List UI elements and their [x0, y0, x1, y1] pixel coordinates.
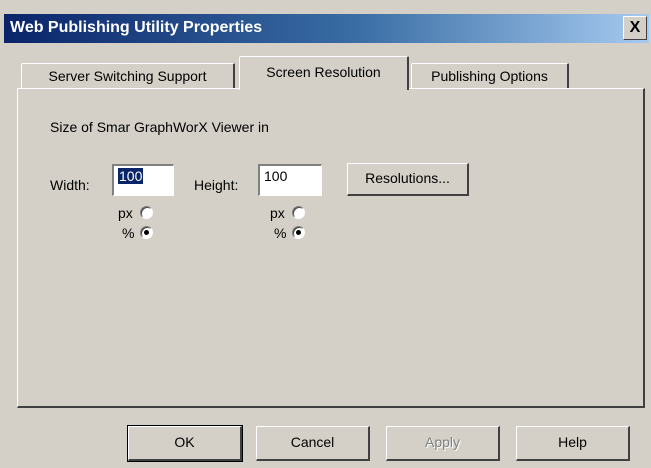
- tab-label: Publishing Options: [431, 68, 548, 84]
- cancel-label: Cancel: [290, 434, 335, 450]
- width-percent-label: %: [122, 225, 135, 241]
- help-label: Help: [558, 434, 587, 450]
- width-value: 100: [118, 168, 144, 184]
- apply-label: Apply: [424, 434, 461, 450]
- cancel-button[interactable]: Cancel: [256, 426, 370, 461]
- radio-selected-dot: [296, 230, 301, 235]
- height-label: Height:: [194, 177, 239, 193]
- resolutions-button[interactable]: Resolutions...: [347, 163, 469, 196]
- tab-label: Screen Resolution: [266, 64, 381, 80]
- height-percent-label: %: [274, 225, 287, 241]
- height-field[interactable]: 100: [258, 164, 322, 196]
- tab-publishing-options[interactable]: Publishing Options: [411, 63, 569, 89]
- tab-screen-resolution[interactable]: Screen Resolution: [239, 56, 409, 90]
- window-title: Web Publishing Utility Properties: [10, 19, 263, 36]
- width-px-label: px: [118, 205, 133, 221]
- height-px-label: px: [270, 205, 285, 221]
- help-button[interactable]: Help: [516, 426, 630, 461]
- width-percent-radio[interactable]: [140, 226, 153, 239]
- width-field[interactable]: 100: [112, 164, 174, 196]
- width-label: Width:: [50, 177, 90, 193]
- close-icon: X: [629, 19, 641, 36]
- title-bar[interactable]: Web Publishing Utility Properties X: [4, 14, 649, 43]
- tab-panel-screen-resolution: Size of Smar GraphWorX Viewer in Width: …: [17, 88, 645, 408]
- width-px-radio[interactable]: [140, 206, 153, 219]
- tab-server-switching-support[interactable]: Server Switching Support: [21, 63, 235, 89]
- resolutions-label: Resolutions...: [365, 170, 450, 186]
- height-percent-radio[interactable]: [292, 226, 305, 239]
- height-px-radio[interactable]: [292, 206, 305, 219]
- properties-dialog: Web Publishing Utility Properties X Serv…: [0, 0, 651, 468]
- height-value: 100: [264, 168, 288, 184]
- close-button[interactable]: X: [623, 16, 647, 40]
- size-heading: Size of Smar GraphWorX Viewer in: [50, 119, 269, 135]
- radio-selected-dot: [144, 230, 149, 235]
- apply-button[interactable]: Apply: [386, 426, 500, 461]
- ok-button[interactable]: OK: [127, 425, 243, 462]
- tab-label: Server Switching Support: [48, 68, 207, 84]
- ok-label: OK: [174, 434, 195, 450]
